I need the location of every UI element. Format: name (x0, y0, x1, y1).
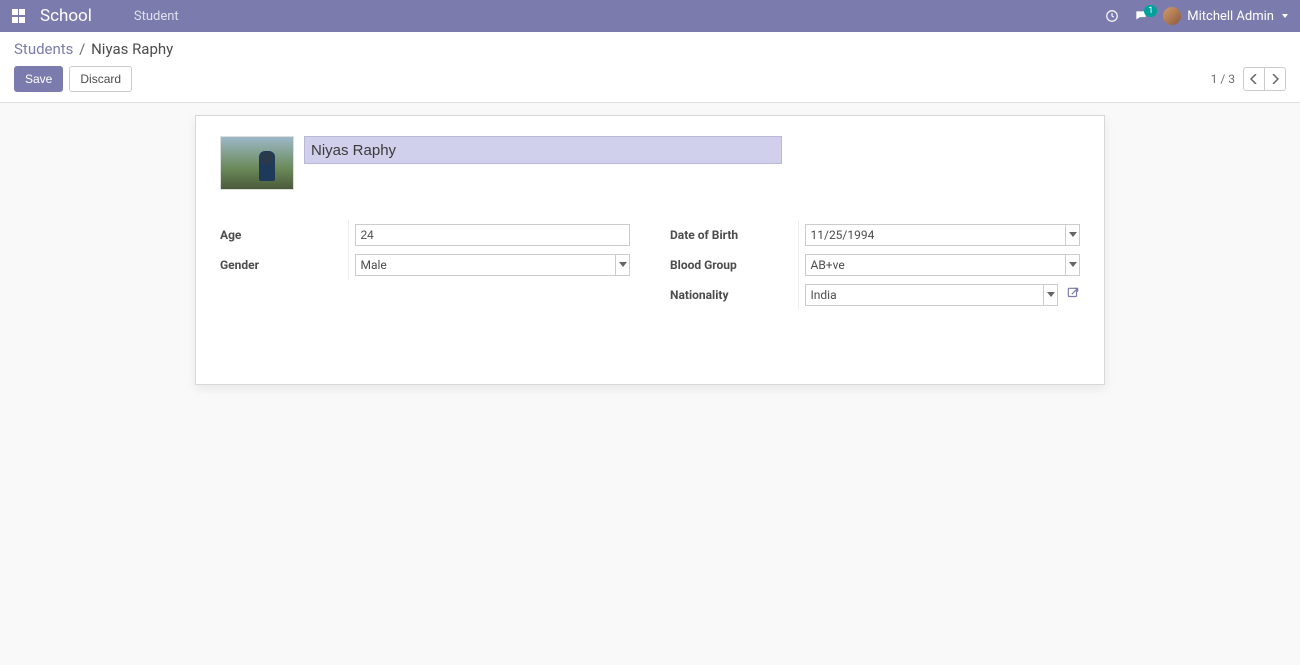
user-menu[interactable]: Mitchell Admin (1163, 7, 1288, 25)
breadcrumb-current: Niyas Raphy (91, 40, 173, 58)
messages-icon[interactable]: 1 (1133, 9, 1149, 23)
name-input[interactable] (304, 136, 782, 164)
chevron-down-icon (1043, 285, 1057, 305)
discard-button[interactable]: Discard (69, 66, 132, 92)
save-button[interactable]: Save (14, 66, 63, 92)
chevron-down-icon (1282, 14, 1288, 18)
nationality-select[interactable]: India (805, 284, 1059, 306)
pager-prev-button[interactable] (1243, 67, 1265, 91)
age-label: Age (220, 220, 348, 250)
external-link-icon[interactable] (1066, 286, 1080, 304)
breadcrumb-root[interactable]: Students (14, 40, 73, 58)
top-navbar: School Student 1 Mitchell Admin (0, 0, 1300, 32)
nationality-label: Nationality (670, 280, 798, 310)
dob-input[interactable]: 11/25/1994 (805, 224, 1081, 246)
messages-badge: 1 (1144, 5, 1157, 17)
form-sheet: Age Gender Male (195, 115, 1105, 385)
blood-group-select[interactable]: AB+ve (805, 254, 1081, 276)
control-panel: Students / Niyas Raphy Save Discard 1 / … (0, 32, 1300, 103)
chevron-down-icon (1065, 225, 1079, 245)
group-left: Age Gender Male (220, 220, 630, 310)
student-photo[interactable] (220, 136, 294, 190)
menu-student[interactable]: Student (134, 9, 179, 24)
blood-group-label: Blood Group (670, 250, 798, 280)
age-input[interactable] (355, 224, 631, 246)
user-name: Mitchell Admin (1187, 9, 1274, 24)
pager-text: 1 / 3 (1211, 72, 1235, 86)
app-title: School (40, 6, 92, 26)
apps-icon[interactable] (12, 9, 26, 23)
chevron-down-icon (1065, 255, 1079, 275)
breadcrumb: Students / Niyas Raphy (14, 40, 1286, 58)
gender-select[interactable]: Male (355, 254, 631, 276)
form-view: Age Gender Male (0, 103, 1300, 397)
chevron-down-icon (615, 255, 629, 275)
dob-label: Date of Birth (670, 220, 798, 250)
activities-icon[interactable] (1105, 9, 1119, 23)
gender-label: Gender (220, 250, 348, 280)
pager: 1 / 3 (1211, 67, 1286, 91)
pager-next-button[interactable] (1264, 67, 1286, 91)
group-right: Date of Birth 11/25/1994 Blood Group (670, 220, 1080, 310)
avatar (1163, 7, 1181, 25)
